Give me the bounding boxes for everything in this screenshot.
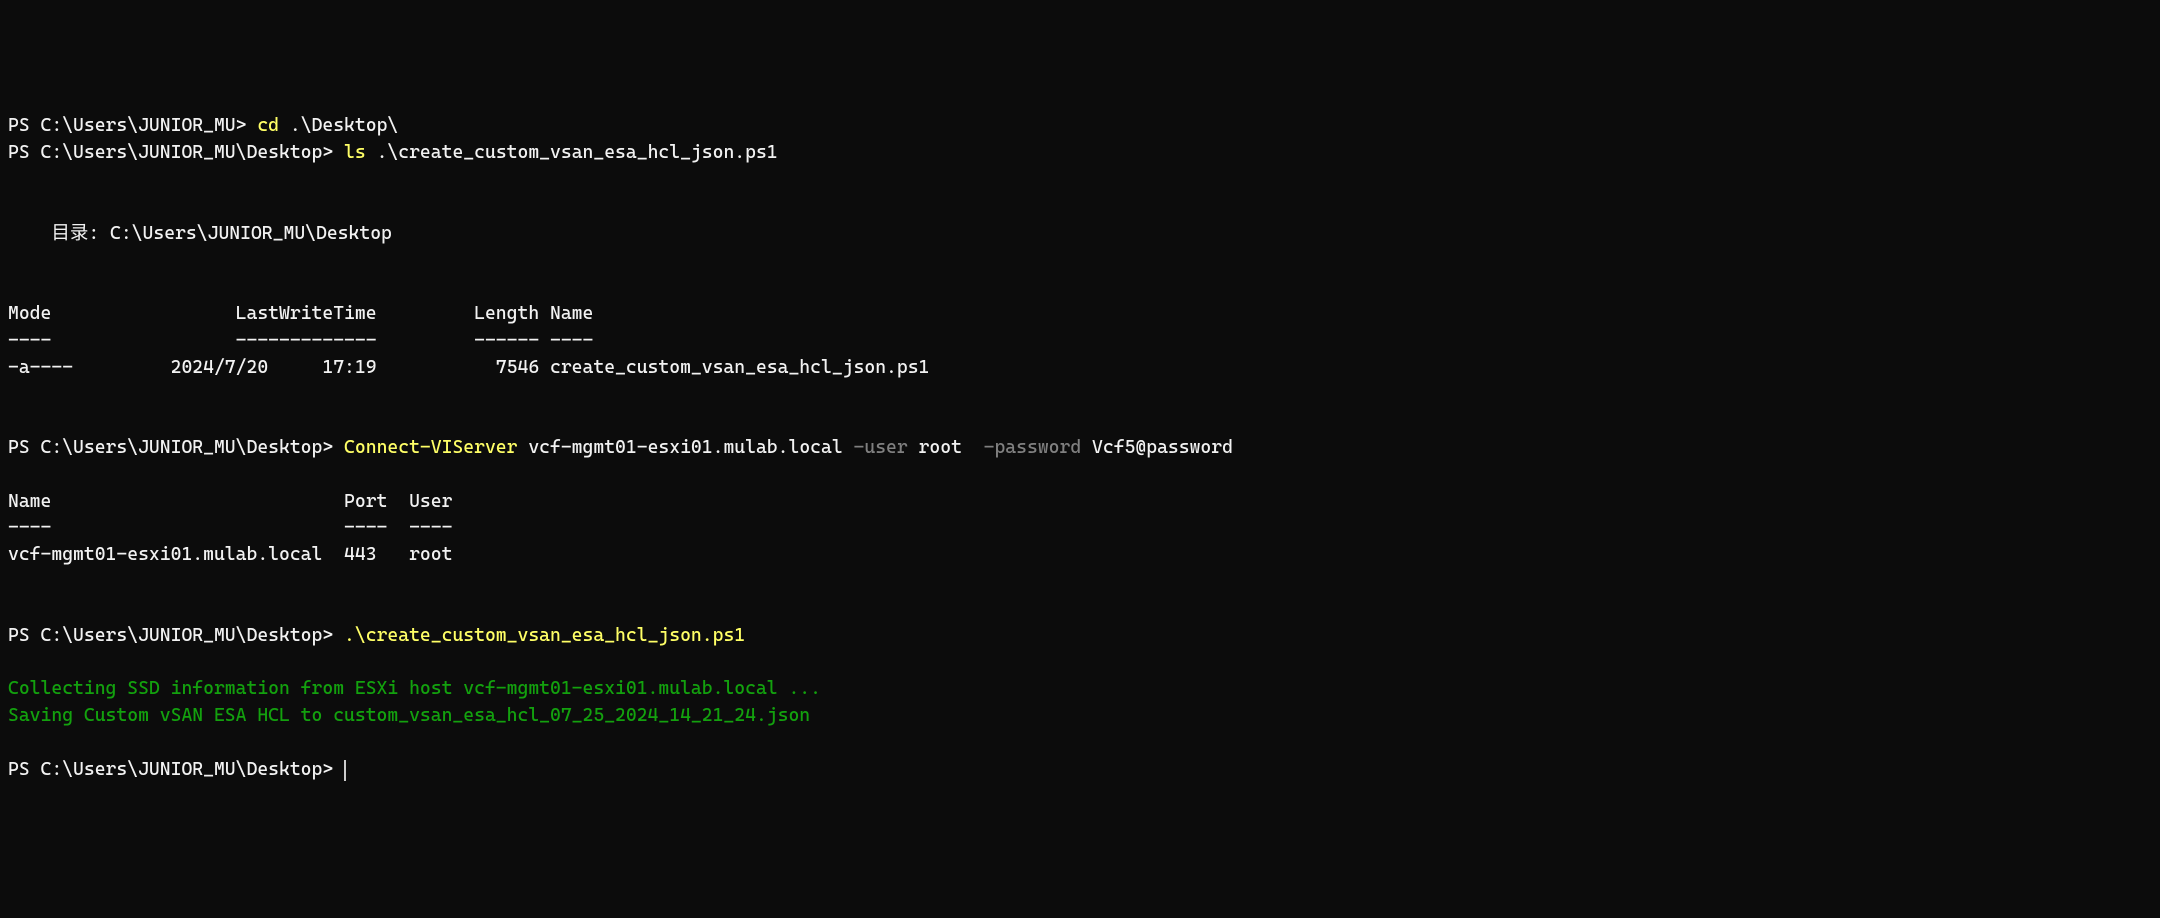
command: .\create_custom_vsan_esa_hcl_json.ps1 (344, 625, 745, 646)
command: cd (257, 115, 279, 136)
directory-header: 目录: C:\Users\JUNIOR_MU\Desktop (8, 221, 2152, 248)
table-header: Mode LastWriteTime Length Name (8, 301, 2152, 328)
param: -password (984, 437, 1082, 458)
prompt: PS C:\Users\JUNIOR_MU> (8, 115, 257, 136)
argument: .\Desktop\ (279, 115, 398, 136)
script-output: Saving Custom vSAN ESA HCL to custom_vsa… (8, 703, 2152, 730)
argument: .\create_custom_vsan_esa_hcl_json.ps1 (366, 142, 778, 163)
script-output: Collecting SSD information from ESXi hos… (8, 676, 2152, 703)
prompt: PS C:\Users\JUNIOR_MU\Desktop> (8, 142, 344, 163)
connection-row: vcf-mgmt01-esxi01.mulab.local 443 root (8, 542, 2152, 569)
terminal-output[interactable]: PS C:\Users\JUNIOR_MU> cd .\Desktop\ PS C… (8, 113, 2152, 783)
param: -user (854, 437, 908, 458)
argument: vcf-mgmt01-esxi01.mulab.local (517, 437, 853, 458)
connection-divider: ---- ---- ---- (8, 515, 2152, 542)
prompt: PS C:\Users\JUNIOR_MU\Desktop> (8, 625, 344, 646)
param-value: Vcf5@password (1081, 437, 1233, 458)
command: ls (344, 142, 366, 163)
param-value: root (908, 437, 984, 458)
prompt: PS C:\Users\JUNIOR_MU\Desktop> (8, 759, 344, 780)
table-row: -a---- 2024/7/20 17:19 7546 create_custo… (8, 355, 2152, 382)
cursor (344, 760, 346, 780)
table-divider: ---- ------------- ------ ---- (8, 328, 2152, 355)
command: Connect-VIServer (344, 437, 517, 458)
connection-header: Name Port User (8, 489, 2152, 516)
prompt: PS C:\Users\JUNIOR_MU\Desktop> (8, 437, 344, 458)
